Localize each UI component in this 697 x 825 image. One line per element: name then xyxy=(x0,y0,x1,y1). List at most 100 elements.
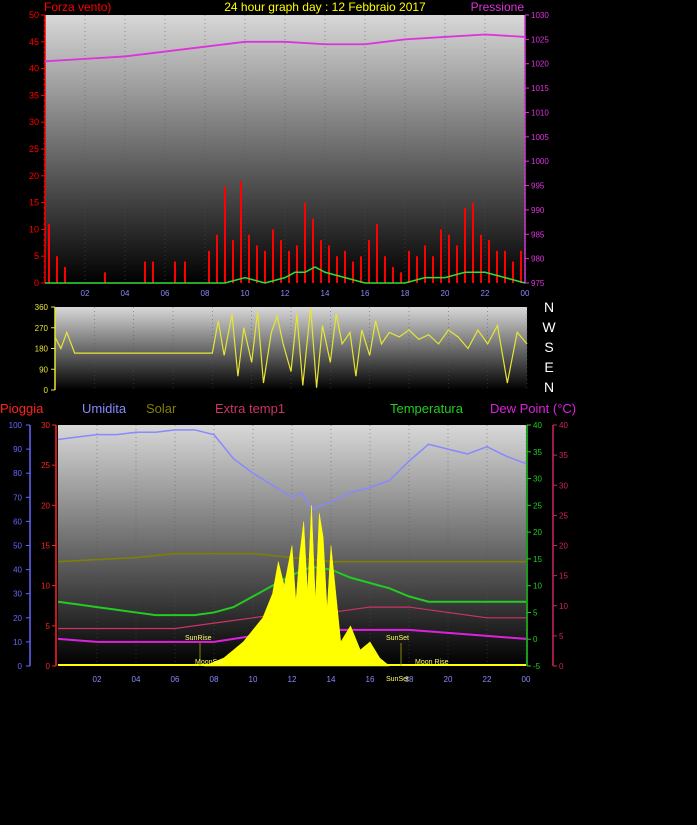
wind-y-tick-label: 5 xyxy=(34,251,39,261)
rain-y-tick-label: 30 xyxy=(41,421,50,430)
rain-y-tick-label: 20 xyxy=(41,501,50,510)
dewpoint-y-tick-label: 25 xyxy=(559,511,568,520)
wind-x-tick-label: 02 xyxy=(81,289,90,298)
wind-x-tick-label: 20 xyxy=(441,289,450,298)
temp-x-tick-label: 14 xyxy=(327,675,336,684)
wind-x-tick-label: 10 xyxy=(241,289,250,298)
dewpoint-y-tick-label: 15 xyxy=(559,572,568,581)
temp-x-tick-label: 06 xyxy=(171,675,180,684)
pressure-point xyxy=(324,43,326,46)
pressure-y-tick-label: 980 xyxy=(531,255,545,264)
legend-solar: Solar xyxy=(146,401,177,416)
pressure-point xyxy=(484,33,486,36)
wind-x-tick-label: 18 xyxy=(401,289,410,298)
temp-x-tick-label: 08 xyxy=(210,675,219,684)
rain-y-tick-label: 10 xyxy=(41,582,50,591)
humidity-y-tick-label: 100 xyxy=(9,421,23,430)
chart-title: 24 hour graph day : 12 Febbraio 2017 xyxy=(224,0,426,14)
temp-x-tick-label: 12 xyxy=(288,675,297,684)
temp-x-tick-label: 02 xyxy=(93,675,102,684)
legend-temperature: Temperatura xyxy=(390,401,464,416)
wind-y-tick-label: 45 xyxy=(29,37,39,47)
humidity-y-tick-label: 50 xyxy=(13,542,22,551)
temp-x-tick-label: 10 xyxy=(249,675,258,684)
temp-humidity-panel: 0102030405060708090100051015202530-50510… xyxy=(9,421,569,684)
pressure-point xyxy=(244,41,246,43)
pressure-point xyxy=(284,41,286,43)
dewpoint-y-tick-label: 10 xyxy=(559,602,568,611)
pressure-y-tick-label: 1030 xyxy=(531,11,549,20)
temperature-y-tick-label: 0 xyxy=(533,635,538,644)
direction-y-tick-label: 360 xyxy=(35,303,49,312)
temperature-y-tick-label: -5 xyxy=(533,662,541,671)
humidity-y-tick-label: 70 xyxy=(13,493,22,502)
wind-x-tick-label: 14 xyxy=(321,289,330,298)
pressure-y-tick-label: 1010 xyxy=(531,108,549,117)
sun-moon-annotation: SunSet xyxy=(386,676,409,683)
wind-y-tick-label: 35 xyxy=(29,90,39,100)
pressure-point xyxy=(404,38,406,41)
temp-x-tick-label: 16 xyxy=(366,675,375,684)
rain-y-tick-label: 0 xyxy=(46,662,51,671)
pressure-point xyxy=(44,60,46,63)
pressure-point xyxy=(524,36,526,38)
compass-label: N xyxy=(544,299,554,315)
wind-y-tick-label: 20 xyxy=(29,171,39,181)
direction-y-tick-label: 180 xyxy=(35,345,49,354)
humidity-y-tick-label: 80 xyxy=(13,469,22,478)
sun-moon-annotation: SunSet xyxy=(386,635,409,642)
legend-rain: Pioggia xyxy=(0,401,44,416)
humidity-y-tick-label: 10 xyxy=(13,638,22,647)
pressure-y-tick-label: 995 xyxy=(531,182,545,191)
wind-y-tick-label: 15 xyxy=(29,198,39,208)
humidity-y-tick-label: 40 xyxy=(13,566,22,575)
wind-y-tick-label: 0 xyxy=(34,278,39,288)
sun-moon-annotation: MoonSet xyxy=(195,659,223,666)
pressure-y-tick-label: 1005 xyxy=(531,133,549,142)
temperature-y-tick-label: 40 xyxy=(533,421,542,430)
wind-x-tick-label: 06 xyxy=(161,289,170,298)
wind-x-tick-label: 08 xyxy=(201,289,210,298)
pressure-point xyxy=(124,55,126,58)
dewpoint-y-tick-label: 40 xyxy=(559,421,568,430)
compass-label: N xyxy=(544,379,554,395)
dewpoint-y-tick-label: 30 xyxy=(559,481,568,490)
temp-x-tick-label: 04 xyxy=(132,675,141,684)
legend-pressure: Pressione xyxy=(471,0,525,14)
legend-humidity: Umidita xyxy=(82,401,127,416)
legend-extra-temp: Extra temp1 xyxy=(215,401,285,416)
humidity-y-tick-label: 30 xyxy=(13,590,22,599)
wind-pressure-panel: 05101520253035404550 9759809859909951000… xyxy=(29,10,549,298)
humidity-y-tick-label: 0 xyxy=(18,662,23,671)
dewpoint-y-tick-label: 0 xyxy=(559,662,564,671)
weather-graph: 24 hour graph day : 12 Febbraio 2017 For… xyxy=(0,0,576,684)
temp-x-tick-label: 22 xyxy=(483,675,492,684)
temperature-y-tick-label: 5 xyxy=(533,608,538,617)
rain-y-tick-label: 15 xyxy=(41,542,50,551)
wind-y-tick-label: 40 xyxy=(29,64,39,74)
wind-y-tick-label: 30 xyxy=(29,117,39,127)
humidity-y-tick-label: 60 xyxy=(13,517,22,526)
wind-x-tick-label: 16 xyxy=(361,289,370,298)
wind-direction-panel: 090180270360 NWSEN xyxy=(35,299,557,395)
legend-dewpoint: Dew Point (°C) xyxy=(490,401,576,416)
direction-y-tick-label: 270 xyxy=(35,324,49,333)
rain-y-tick-label: 25 xyxy=(41,461,50,470)
pressure-y-tick-label: 1000 xyxy=(531,157,549,166)
pressure-point xyxy=(204,45,206,48)
humidity-y-tick-label: 20 xyxy=(13,614,22,623)
temperature-y-tick-label: 10 xyxy=(533,582,542,591)
wind-y-tick-label: 25 xyxy=(29,144,39,154)
temperature-y-tick-label: 25 xyxy=(533,501,542,510)
dewpoint-y-tick-label: 35 xyxy=(559,451,568,460)
pressure-point xyxy=(84,58,86,60)
wind-y-tick-label: 50 xyxy=(29,10,39,20)
wind-y-tick-label: 10 xyxy=(29,224,39,234)
temperature-y-tick-label: 20 xyxy=(533,528,542,537)
pressure-point xyxy=(444,36,446,38)
temperature-y-tick-label: 30 xyxy=(533,475,542,484)
legend-wind: Forza vento) xyxy=(44,0,111,14)
dewpoint-y-tick-label: 5 xyxy=(559,632,564,641)
compass-label: S xyxy=(544,339,553,355)
pressure-point xyxy=(364,43,366,46)
